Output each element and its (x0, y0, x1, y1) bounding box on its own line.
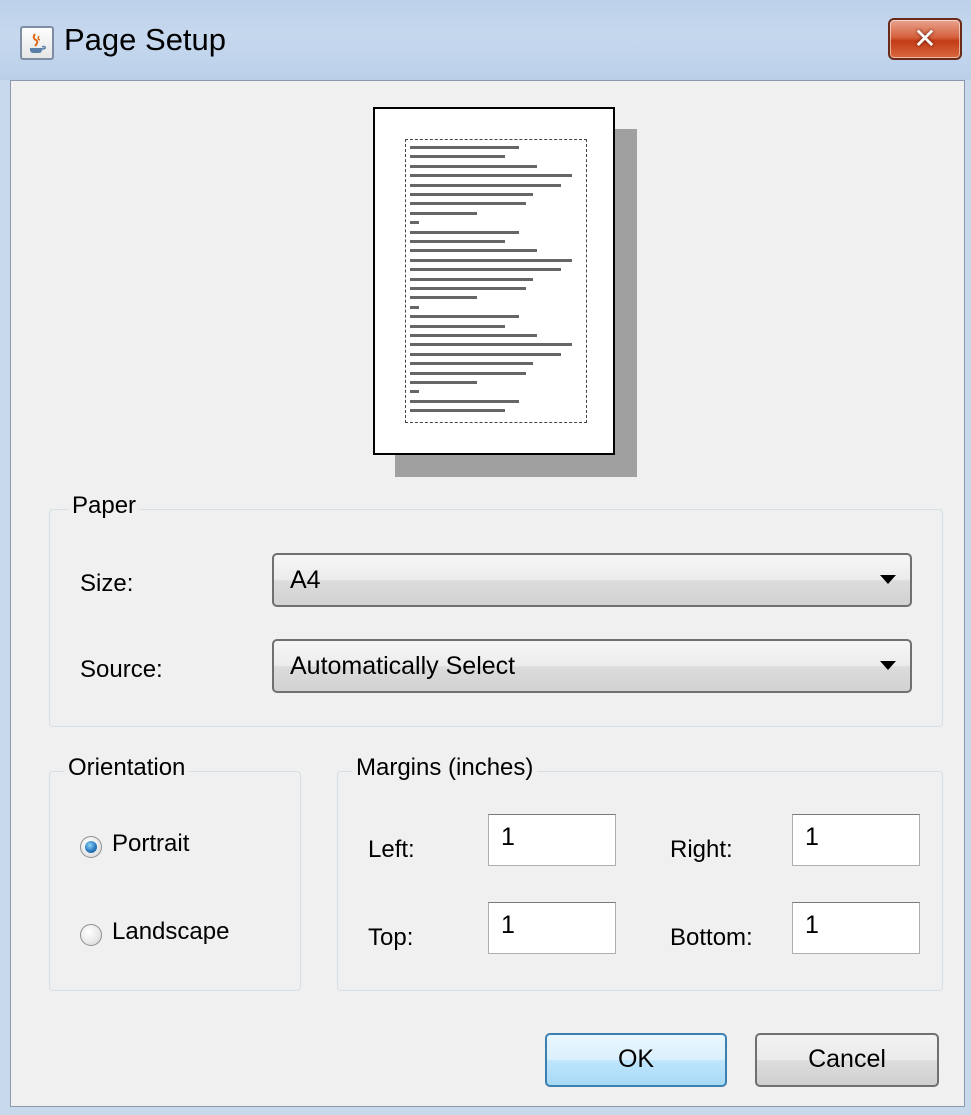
portrait-label[interactable]: Portrait (112, 830, 189, 858)
chevron-down-icon (880, 661, 896, 670)
preview-text-line (410, 240, 505, 243)
left-margin-label: Left: (368, 836, 415, 863)
preview-text-line (410, 155, 505, 159)
paper-group: Paper Size: A4 Source: Automatically Sel… (49, 492, 943, 727)
preview-text-line (410, 409, 505, 413)
bottom-margin-label: Bottom: (670, 924, 753, 951)
preview-text-line (410, 343, 572, 347)
preview-text-line (410, 277, 533, 281)
preview-text-line (410, 315, 519, 319)
preview-text-line (410, 193, 533, 196)
left-margin-input[interactable]: 1 (488, 814, 616, 866)
paper-legend: Paper (68, 492, 141, 520)
window-title: Page Setup (64, 22, 227, 57)
preview-text-line (410, 296, 477, 300)
preview-text-line (410, 221, 419, 225)
orientation-group: Orientation Portrait Landscape (49, 754, 301, 991)
landscape-radio[interactable] (80, 924, 102, 946)
cancel-button[interactable]: Cancel (755, 1033, 939, 1087)
preview-margin-outline (405, 139, 587, 423)
preview-text-line (410, 258, 572, 262)
landscape-label[interactable]: Landscape (112, 918, 229, 946)
chevron-down-icon (880, 575, 896, 584)
preview-text-line (410, 146, 519, 149)
orientation-legend: Orientation (64, 754, 190, 782)
ok-button[interactable]: OK (545, 1033, 727, 1087)
preview-text-line (410, 399, 519, 403)
size-label: Size: (80, 570, 134, 597)
top-margin-input[interactable]: 1 (488, 902, 616, 954)
preview-text-line (410, 324, 505, 328)
dialog-body: Paper Size: A4 Source: Automatically Sel… (10, 80, 965, 1107)
margins-group: Margins (inches) Left: 1 Right: 1 Top: 1… (337, 754, 943, 991)
title-bar[interactable]: Page Setup ✕ (0, 0, 971, 80)
preview-text-line (410, 371, 526, 375)
preview-text-line (410, 230, 519, 234)
preview-text-line (410, 352, 561, 356)
right-margin-input[interactable]: 1 (792, 814, 920, 866)
preview-text-line (410, 202, 526, 206)
preview-text-line (410, 174, 572, 178)
source-label: Source: (80, 656, 163, 683)
size-select[interactable]: A4 (272, 553, 912, 607)
preview-text-line (410, 249, 537, 253)
portrait-radio[interactable] (80, 836, 102, 858)
preview-text-line (410, 287, 526, 290)
java-cup-icon (20, 26, 54, 60)
close-button[interactable]: ✕ (888, 18, 962, 60)
page-preview (373, 107, 615, 455)
source-select[interactable]: Automatically Select (272, 639, 912, 693)
preview-text-line (410, 211, 477, 215)
preview-text-line (410, 268, 561, 272)
right-margin-label: Right: (670, 836, 733, 863)
source-select-value: Automatically Select (290, 652, 516, 680)
preview-text-line (410, 390, 419, 394)
close-icon: ✕ (913, 23, 937, 54)
size-select-value: A4 (290, 566, 321, 594)
preview-text-line (410, 183, 561, 187)
margins-legend: Margins (inches) (352, 754, 538, 782)
preview-text-line (410, 305, 419, 309)
preview-text-line (410, 381, 477, 384)
bottom-margin-input[interactable]: 1 (792, 902, 920, 954)
preview-text-line (410, 334, 537, 337)
preview-text-line (410, 164, 537, 168)
page-setup-window: Page Setup ✕ Paper Size: A4 Source: Auto… (0, 0, 971, 1115)
preview-text-line (410, 362, 533, 366)
top-margin-label: Top: (368, 924, 414, 951)
